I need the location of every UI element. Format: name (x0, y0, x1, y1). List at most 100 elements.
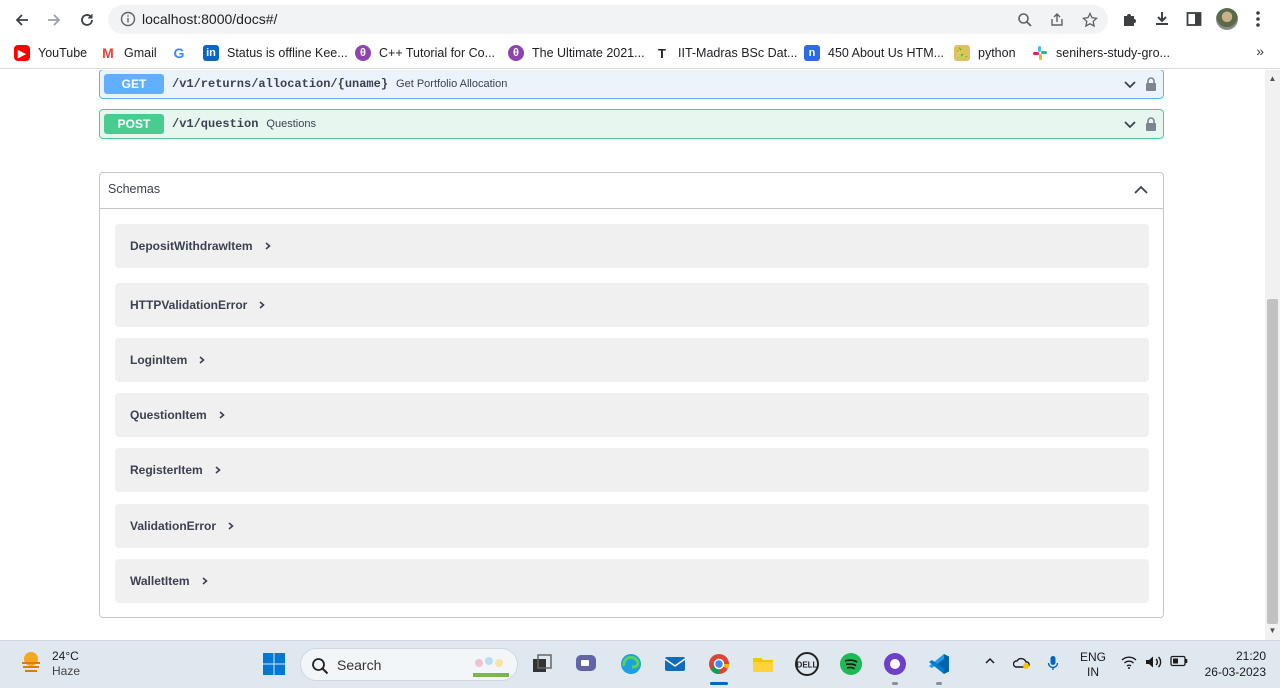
chevron-right-icon (257, 300, 267, 310)
bookmark-about-us[interactable]: n 450 About Us HTM... (804, 43, 944, 63)
active-app-indicator (710, 682, 728, 685)
forward-arrow-icon[interactable] (41, 7, 67, 33)
windows-start-icon[interactable] (261, 651, 287, 677)
schema-model[interactable]: ValidationError (115, 504, 1149, 548)
vscode-icon[interactable] (926, 651, 952, 677)
clock-date: 26-03-2023 (1204, 665, 1266, 679)
battery-icon[interactable] (1170, 655, 1188, 670)
schema-name: ValidationError (130, 519, 217, 533)
bookmark-label: C++ Tutorial for Co... (379, 46, 496, 60)
chevron-right-icon (213, 465, 223, 475)
lock-icon[interactable] (1145, 76, 1157, 97)
course-icon: θ (508, 45, 524, 61)
teams-chat-icon[interactable] (573, 651, 599, 677)
github-desktop-icon[interactable] (882, 651, 908, 677)
edge-browser-icon[interactable] (618, 651, 644, 677)
running-app-indicator (892, 682, 898, 685)
chevron-up-icon[interactable] (1133, 183, 1149, 202)
chevron-right-icon (226, 521, 236, 531)
wifi-icon[interactable] (1121, 655, 1137, 672)
chevron-right-icon (200, 576, 210, 586)
chevron-right-icon (263, 241, 273, 251)
page-scrollbar[interactable]: ▲ ▼ (1265, 70, 1280, 640)
bookmark-linkedin[interactable]: in Status is offline Kee... (203, 43, 348, 63)
operation-get-allocation[interactable]: GET /v1/returns/allocation/{uname} Get P… (99, 70, 1164, 99)
bookmark-label: senihers-study-gro... (1056, 46, 1170, 60)
schema-model[interactable]: RegisterItem (115, 448, 1149, 492)
reload-icon[interactable] (74, 7, 100, 33)
scroll-thumb[interactable] (1267, 299, 1278, 624)
schema-name: WalletItem (130, 574, 190, 588)
windows-taskbar: 24°C Haze Search DELL ENG IN 21:20 26-03… (0, 640, 1280, 688)
bookmark-iit-madras[interactable]: T IIT-Madras BSc Dat... (654, 43, 797, 63)
lock-icon[interactable] (1145, 116, 1157, 137)
weather-widget[interactable]: 24°C Haze (18, 648, 80, 679)
spotify-icon[interactable] (838, 651, 864, 677)
search-label: Search (337, 657, 382, 673)
dell-icon[interactable]: DELL (794, 651, 820, 677)
scroll-up-arrow-icon[interactable]: ▲ (1268, 74, 1277, 83)
input-language-indicator[interactable]: ENG IN (1080, 650, 1106, 680)
taskbar-search[interactable]: Search (300, 648, 518, 681)
schema-name: QuestionItem (130, 408, 207, 422)
schemas-header[interactable]: Schemas (100, 173, 1163, 209)
bookmark-youtube[interactable]: ▶ YouTube (14, 43, 87, 63)
site-info-icon[interactable] (120, 11, 136, 32)
volume-icon[interactable] (1145, 655, 1163, 672)
mail-icon[interactable] (662, 651, 688, 677)
schema-model[interactable]: DepositWithdrawItem (115, 224, 1149, 268)
file-explorer-icon[interactable] (750, 651, 776, 677)
operation-summary: Questions (266, 118, 316, 130)
bookmark-star-icon[interactable] (1080, 10, 1100, 30)
menu-kebab-icon[interactable] (1247, 8, 1269, 30)
tray-overflow-chevron-icon[interactable] (984, 655, 996, 670)
bookmarks-overflow-button[interactable]: » (1256, 43, 1264, 59)
bookmark-label: YouTube (38, 46, 88, 60)
onedrive-warning-icon[interactable] (1012, 655, 1031, 672)
weather-temperature: 24°C (52, 648, 79, 663)
language-code: ENG (1080, 650, 1107, 664)
system-clock[interactable]: 21:20 26-03-2023 (1198, 648, 1266, 680)
t-icon: T (658, 45, 666, 61)
search-icon (311, 657, 329, 680)
operation-summary: Get Portfolio Allocation (396, 78, 508, 90)
gmail-icon: M (102, 45, 114, 61)
bookmark-slack[interactable]: senihers-study-gro... (1032, 43, 1170, 63)
bookmark-google[interactable]: G (171, 43, 195, 63)
bookmark-python[interactable]: 🐍 python (954, 43, 1016, 63)
url-text[interactable]: localhost:8000/docs#/ (142, 11, 277, 27)
side-panel-icon[interactable] (1183, 8, 1205, 30)
svg-text:DELL: DELL (797, 661, 818, 670)
share-icon[interactable] (1047, 10, 1067, 30)
schema-model[interactable]: WalletItem (115, 559, 1149, 603)
scroll-down-arrow-icon[interactable]: ▼ (1268, 626, 1277, 635)
youtube-icon: ▶ (14, 45, 30, 61)
profile-avatar[interactable] (1216, 8, 1238, 30)
back-arrow-icon[interactable] (9, 7, 35, 33)
schemas-title: Schemas (108, 182, 161, 196)
bookmark-label: Gmail (124, 46, 157, 60)
browser-toolbar: localhost:8000/docs#/ (0, 0, 1280, 38)
chevron-right-icon (217, 410, 227, 420)
zoom-icon[interactable] (1015, 10, 1035, 30)
bookmark-cpp-tutorial[interactable]: θ C++ Tutorial for Co... (355, 43, 495, 63)
operation-post-question[interactable]: POST /v1/question Questions (99, 109, 1164, 139)
schema-model[interactable]: LoginItem (115, 338, 1149, 382)
chrome-icon[interactable] (706, 651, 732, 677)
address-bar[interactable]: localhost:8000/docs#/ (108, 5, 1108, 34)
extensions-puzzle-icon[interactable] (1119, 8, 1141, 30)
schema-model[interactable]: HTTPValidationError (115, 283, 1149, 327)
bookmark-ultimate-2021[interactable]: θ The Ultimate 2021... (508, 43, 645, 63)
microphone-icon[interactable] (1047, 655, 1059, 674)
slack-icon (1032, 45, 1048, 61)
chevron-down-icon[interactable] (1123, 117, 1137, 136)
schema-model[interactable]: QuestionItem (115, 393, 1149, 437)
running-app-indicator (936, 682, 942, 685)
downloads-icon[interactable] (1151, 8, 1173, 30)
bookmark-label: Status is offline Kee... (227, 46, 348, 60)
folder-python-icon: 🐍 (954, 45, 970, 61)
bookmark-gmail[interactable]: M Gmail (100, 43, 157, 63)
schema-name: LoginItem (130, 353, 188, 367)
chevron-down-icon[interactable] (1123, 77, 1137, 96)
task-view-icon[interactable] (529, 651, 555, 677)
